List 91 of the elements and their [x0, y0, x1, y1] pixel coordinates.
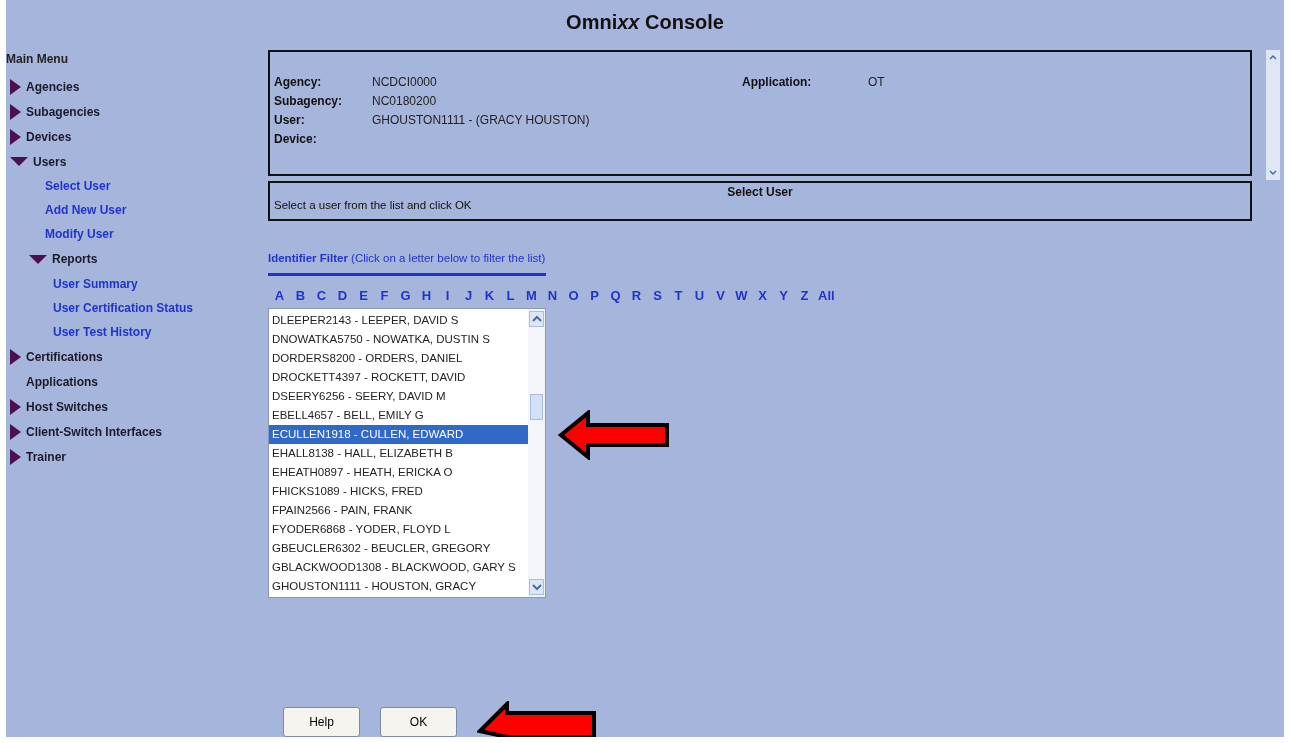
collapsed-triangle-icon[interactable] — [10, 398, 21, 415]
menu-item[interactable]: Host Switches — [26, 399, 109, 414]
field-label: Device: — [274, 131, 318, 146]
letter-link[interactable]: R — [629, 288, 644, 303]
letter-link[interactable]: L — [503, 288, 518, 303]
letter-link[interactable]: P — [587, 288, 602, 303]
user-option[interactable]: DNOWATKA5750 - NOWATKA, DUSTIN S — [269, 330, 528, 349]
help-button[interactable]: Help — [283, 707, 360, 737]
user-option[interactable]: EBELL4657 - BELL, EMILY G — [269, 406, 528, 425]
letter-link[interactable]: A — [272, 288, 287, 303]
field-value: NCDCI0000 — [372, 74, 437, 89]
collapsed-triangle-icon[interactable] — [10, 78, 21, 95]
field-label: Subagency: — [274, 93, 343, 108]
letter-link[interactable]: E — [356, 288, 371, 303]
user-option[interactable]: DORDERS8200 - ORDERS, DANIEL — [269, 349, 528, 368]
letter-link[interactable]: B — [293, 288, 308, 303]
letter-link[interactable]: M — [524, 288, 539, 303]
letter-link[interactable]: C — [314, 288, 329, 303]
menu-heading: Main Menu — [6, 52, 68, 66]
ok-button[interactable]: OK — [380, 707, 457, 737]
letter-link[interactable]: D — [335, 288, 350, 303]
field-label: Application: — [742, 74, 813, 89]
field-value: OT — [868, 74, 885, 89]
user-option[interactable]: FHICKS1089 - HICKS, FRED — [269, 482, 528, 501]
scroll-up-icon[interactable] — [529, 311, 544, 327]
letter-link[interactable]: V — [713, 288, 728, 303]
menu-item[interactable]: Agencies — [26, 79, 80, 94]
section-title: Select User — [727, 185, 793, 199]
user-option[interactable]: FYODER6868 - YODER, FLOYD L — [269, 520, 528, 539]
letter-link[interactable]: O — [566, 288, 581, 303]
menu-item[interactable]: Users — [33, 154, 67, 169]
menu-item[interactable]: Certifications — [26, 349, 103, 364]
menu-item[interactable]: Select User — [45, 179, 111, 193]
letter-link[interactable]: F — [377, 288, 392, 303]
letter-link[interactable]: T — [671, 288, 686, 303]
collapsed-triangle-icon[interactable] — [10, 423, 21, 440]
letter-link[interactable]: Q — [608, 288, 623, 303]
pointer-arrow-icon — [558, 410, 670, 460]
scroll-thumb[interactable] — [530, 394, 543, 420]
user-option[interactable]: EHEATH0897 - HEATH, ERICKA O — [269, 463, 528, 482]
menu-item[interactable]: User Certification Status — [53, 301, 194, 315]
letter-link[interactable]: G — [398, 288, 413, 303]
menu-item[interactable]: Subagencies — [26, 104, 101, 119]
page-scrollbar[interactable] — [1266, 50, 1280, 180]
user-option[interactable]: GBLACKWOOD1308 - BLACKWOOD, GARY S — [269, 558, 528, 577]
console-title: Omnixx Console — [566, 10, 724, 34]
user-option[interactable]: DLEEPER2143 - LEEPER, DAVID S — [269, 311, 528, 330]
letter-link[interactable]: K — [482, 288, 497, 303]
user-option[interactable]: DSEERY6256 - SEERY, DAVID M — [269, 387, 528, 406]
field-value: GHOUSTON1111 - (GRACY HOUSTON) — [372, 112, 590, 127]
menu-item[interactable]: User Summary — [53, 277, 138, 291]
letter-link[interactable]: X — [755, 288, 770, 303]
collapsed-triangle-icon[interactable] — [10, 128, 21, 145]
user-list[interactable] — [268, 308, 546, 598]
user-option[interactable]: EHALL8138 - HALL, ELIZABETH B — [269, 444, 528, 463]
expanded-triangle-icon[interactable] — [29, 254, 47, 264]
collapsed-triangle-icon[interactable] — [10, 103, 21, 120]
filter-label: Identifier Filter (Click on a letter below to filter the list) — [268, 252, 546, 264]
letter-link[interactable]: Z — [797, 288, 812, 303]
collapsed-triangle-icon[interactable] — [10, 448, 21, 465]
menu-item[interactable]: Applications — [26, 374, 98, 389]
user-option[interactable]: ECULLEN1918 - CULLEN, EDWARD — [269, 425, 528, 444]
letter-link[interactable]: W — [734, 288, 749, 303]
scroll-down-icon[interactable] — [529, 579, 544, 595]
instruction-text: Select a user from the list and click OK — [274, 199, 472, 211]
menu-item[interactable]: Add New User — [45, 203, 127, 217]
menu-item[interactable]: Trainer — [26, 449, 67, 464]
letter-link[interactable]: All — [818, 288, 835, 303]
letter-link[interactable]: Y — [776, 288, 791, 303]
collapsed-triangle-icon[interactable] — [10, 348, 21, 365]
expanded-triangle-icon[interactable] — [10, 157, 28, 166]
letter-link[interactable]: I — [440, 288, 455, 303]
menu-item[interactable]: Reports — [52, 252, 98, 266]
menu-item[interactable]: User Test History — [53, 325, 152, 339]
user-option[interactable]: DROCKETT4397 - ROCKETT, DAVID — [269, 368, 528, 387]
menu-item[interactable]: Modify User — [45, 227, 114, 241]
user-option[interactable]: GHOUSTON1111 - HOUSTON, GRACY — [269, 577, 528, 596]
user-option[interactable]: FPAIN2566 - PAIN, FRANK — [269, 501, 528, 520]
menu-item[interactable]: Devices — [26, 129, 72, 144]
field-value: NC0180200 — [372, 93, 437, 108]
scrollbar[interactable] — [528, 309, 545, 597]
letter-link[interactable]: U — [692, 288, 707, 303]
field-label: User: — [274, 112, 306, 127]
letter-link[interactable]: H — [419, 288, 434, 303]
letter-link[interactable]: N — [545, 288, 560, 303]
field-label: Agency: — [274, 74, 323, 89]
menu-item[interactable]: Client-Switch Interfaces — [26, 424, 163, 439]
pointer-arrow-icon — [477, 701, 597, 737]
letter-link[interactable]: J — [461, 288, 476, 303]
letter-link[interactable]: S — [650, 288, 665, 303]
user-option[interactable]: GBEUCLER6302 - BEUCLER, GREGORY — [269, 539, 528, 558]
